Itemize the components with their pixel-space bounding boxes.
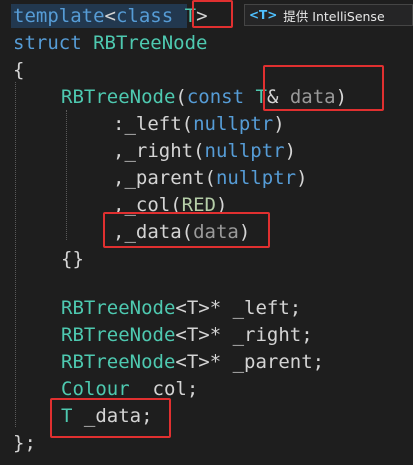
type-Colour[interactable]: Colour bbox=[61, 378, 130, 400]
code-line-3: { bbox=[13, 57, 24, 83]
open-brace: { bbox=[13, 59, 25, 81]
member-parent-decl[interactable]: _parent; bbox=[233, 351, 325, 373]
member-left-decl[interactable]: _left; bbox=[233, 297, 302, 319]
code-line-17: }; bbox=[13, 430, 36, 456]
punctuation: ( bbox=[181, 113, 194, 135]
member-col-decl[interactable]: _col; bbox=[141, 378, 198, 400]
type-RBTreeNode[interactable]: RBTreeNode bbox=[61, 297, 175, 319]
code-editor[interactable]: template<class T> struct RBTreeNode { RB… bbox=[0, 0, 413, 465]
keyword-nullptr: nullptr bbox=[215, 167, 297, 189]
keyword-const: const bbox=[186, 86, 245, 108]
code-line-10: {} bbox=[61, 246, 84, 272]
annotation-box-template-T bbox=[192, 0, 233, 28]
annotation-box-data-init bbox=[103, 212, 270, 248]
code-line-13: RBTreeNode<T>* _right; bbox=[61, 322, 313, 348]
close-brace: }; bbox=[13, 432, 36, 454]
punctuation: : bbox=[113, 113, 125, 135]
code-line-7: ,_parent(nullptr) bbox=[113, 165, 308, 191]
keyword-struct: struct bbox=[13, 32, 82, 54]
punctuation: < bbox=[104, 5, 116, 27]
template-arg: <T>* bbox=[175, 297, 222, 319]
type-RBTreeNode[interactable]: RBTreeNode bbox=[61, 324, 175, 346]
member-parent[interactable]: _parent bbox=[124, 167, 204, 189]
empty-body: {} bbox=[61, 248, 84, 270]
punctuation: ) bbox=[296, 167, 308, 189]
annotation-box-data-member bbox=[50, 398, 171, 438]
template-arg: <T>* bbox=[175, 324, 222, 346]
tooltip-text: 提供 IntelliSense bbox=[283, 8, 385, 24]
code-line-5: :_left(nullptr) bbox=[113, 111, 285, 137]
member-right-decl[interactable]: _right; bbox=[233, 324, 313, 346]
keyword-template: template bbox=[13, 5, 105, 27]
type-RBTreeNode[interactable]: RBTreeNode bbox=[61, 351, 175, 373]
keyword-nullptr: nullptr bbox=[204, 140, 285, 162]
intellisense-tooltip[interactable]: <T> 提供 IntelliSense bbox=[244, 4, 413, 26]
indent-guide bbox=[66, 110, 67, 240]
keyword-class: class bbox=[115, 5, 174, 27]
punctuation: ( bbox=[175, 86, 187, 108]
code-line-6: ,_right(nullptr) bbox=[113, 138, 296, 164]
punctuation: , bbox=[113, 167, 125, 189]
code-line-2: struct RBTreeNode bbox=[13, 30, 207, 56]
annotation-box-param bbox=[263, 65, 384, 111]
member-left[interactable]: _left bbox=[124, 113, 181, 135]
punctuation: ( bbox=[204, 167, 216, 189]
punctuation: ( bbox=[193, 140, 205, 162]
punctuation: , bbox=[113, 140, 125, 162]
punctuation: ) bbox=[273, 113, 285, 135]
keyword-nullptr: nullptr bbox=[193, 113, 274, 135]
indent-guide bbox=[15, 82, 16, 427]
template-param-badge: <T> bbox=[249, 8, 278, 22]
code-line-14: RBTreeNode<T>* _parent; bbox=[61, 349, 324, 375]
punctuation: ) bbox=[284, 140, 297, 162]
struct-name[interactable]: RBTreeNode bbox=[93, 32, 207, 54]
code-line-1: template<class T> bbox=[13, 3, 208, 29]
member-right[interactable]: _right bbox=[124, 140, 193, 162]
code-line-12: RBTreeNode<T>* _left; bbox=[61, 295, 301, 321]
constructor-name[interactable]: RBTreeNode bbox=[61, 86, 175, 108]
template-arg: <T>* bbox=[175, 351, 222, 373]
